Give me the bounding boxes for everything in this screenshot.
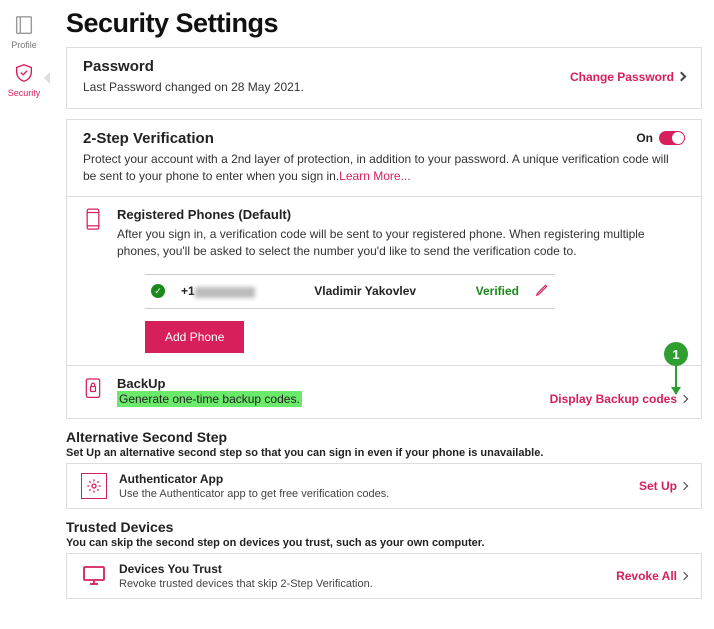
registered-phones-section: Registered Phones (Default) After you si… (67, 196, 701, 365)
sidebar-item-profile[interactable]: Profile (11, 14, 37, 50)
lock-icon (83, 376, 105, 406)
edit-phone-icon[interactable] (535, 283, 549, 300)
twostep-toggle[interactable] (659, 131, 685, 145)
trusted-title: Devices You Trust (119, 562, 604, 576)
phone-status: Verified (476, 284, 519, 298)
change-password-button[interactable]: Change Password (570, 70, 685, 84)
sidebar-item-label: Security (8, 88, 41, 98)
page-title: Security Settings (66, 8, 702, 39)
revoke-all-button[interactable]: Revoke All (616, 569, 687, 583)
add-phone-button[interactable]: Add Phone (145, 321, 244, 353)
password-title: Password (83, 58, 304, 75)
phone-row: ✓ +1 Vladimir Yakovlev Verified (145, 274, 555, 309)
trusted-devices-heading: Trusted Devices You can skip the second … (66, 519, 702, 549)
phones-title: Registered Phones (Default) (117, 207, 685, 222)
verified-check-icon: ✓ (151, 284, 165, 298)
chevron-right-icon (680, 482, 688, 490)
monitor-icon (81, 563, 107, 589)
backup-section: BackUp Generate one-time backup codes. D… (67, 365, 701, 418)
twostep-desc: Protect your account with a 2nd layer of… (83, 151, 685, 185)
redacted-number (195, 287, 255, 298)
authenticator-title: Authenticator App (119, 472, 627, 486)
setup-authenticator-button[interactable]: Set Up (639, 479, 687, 493)
learn-more-link[interactable]: Learn More... (339, 169, 410, 183)
display-backup-codes-button[interactable]: Display Backup codes (550, 392, 687, 406)
trusted-desc: Revoke trusted devices that skip 2-Step … (119, 578, 604, 590)
phone-number: +1 (181, 284, 255, 298)
phone-owner: Vladimir Yakovlev (271, 284, 460, 298)
annotation-arrow-icon (675, 366, 677, 394)
password-status: Last Password changed on 28 May 2021. (83, 79, 304, 96)
profile-icon (13, 14, 35, 38)
main-content: Security Settings Password Last Password… (48, 0, 714, 621)
authenticator-icon (81, 473, 107, 499)
backup-title: BackUp (117, 376, 685, 391)
phones-desc: After you sign in, a verification code w… (117, 226, 685, 260)
sidebar: Profile Security (0, 0, 48, 621)
twostep-title: 2-Step Verification (83, 130, 214, 147)
phone-icon (83, 207, 105, 353)
twostep-state-label: On (636, 131, 653, 145)
sidebar-item-label: Profile (11, 40, 37, 50)
password-card: Password Last Password changed on 28 May… (66, 47, 702, 109)
shield-icon (13, 62, 35, 86)
trusted-devices-card: Devices You Trust Revoke trusted devices… (66, 553, 702, 599)
chevron-right-icon (680, 572, 688, 580)
annotation-callout: 1 (664, 342, 688, 366)
alternative-step-heading: Alternative Second Step Set Up an altern… (66, 429, 702, 459)
authenticator-card: Authenticator App Use the Authenticator … (66, 463, 702, 509)
chevron-right-icon (680, 395, 688, 403)
sidebar-item-security[interactable]: Security (8, 62, 41, 98)
twostep-card: 2-Step Verification On Protect your acco… (66, 119, 702, 419)
backup-highlight: Generate one-time backup codes. (117, 391, 302, 407)
authenticator-sub: Use the Authenticator app to get free ve… (119, 488, 627, 500)
chevron-right-icon (677, 72, 687, 82)
